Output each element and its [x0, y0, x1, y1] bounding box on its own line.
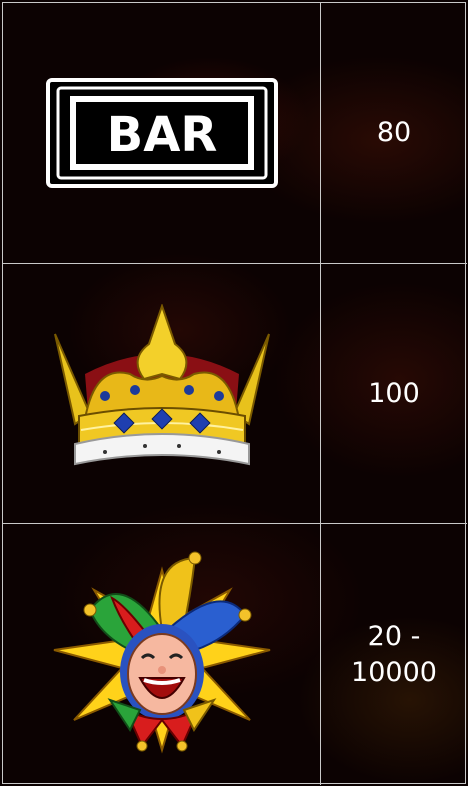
paytable-payout-cell-jester: 20 - 10000	[321, 524, 467, 785]
bar-symbol-icon: BAR	[45, 78, 278, 188]
paytable-symbol-cell-jester	[3, 524, 321, 785]
paytable-payout-cell-crown: 100	[321, 264, 467, 524]
jester-symbol-icon	[53, 551, 270, 753]
paytable-symbol-cell-crown	[3, 264, 321, 524]
bar-symbol-text: BAR	[106, 107, 217, 163]
payout-value-crown: 100	[368, 377, 420, 409]
payout-value-bar: 80	[376, 117, 412, 148]
paytable-grid: BAR 80 100 20 - 10000	[2, 2, 467, 785]
crown-symbol-icon	[53, 303, 270, 465]
payout-value-jester: 20 - 10000	[351, 620, 437, 688]
paytable-symbol-cell-bar: BAR	[3, 3, 321, 264]
paytable-payout-cell-bar: 80	[321, 3, 467, 264]
